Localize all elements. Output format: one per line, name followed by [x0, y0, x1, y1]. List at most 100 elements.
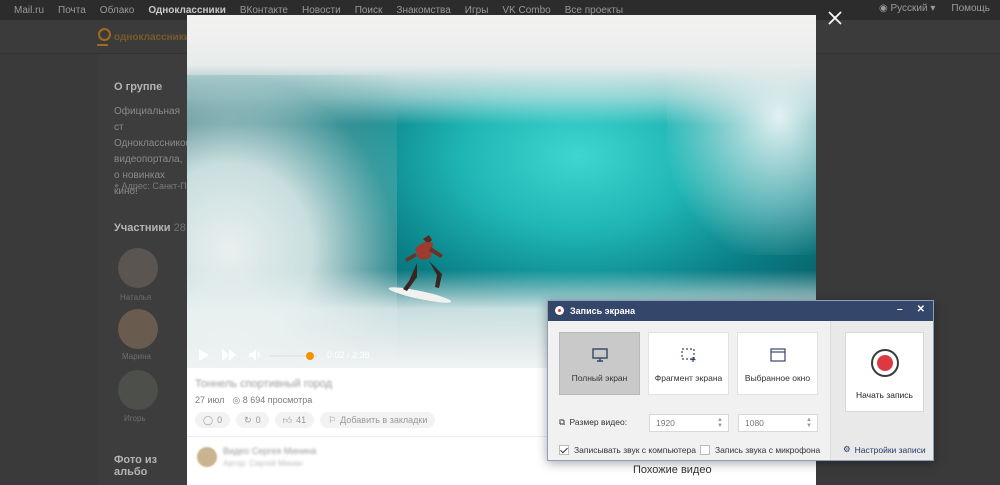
bookmark-icon: ⚐	[328, 414, 337, 425]
globe-icon: ◉	[878, 3, 891, 14]
shares-count: 0	[255, 415, 261, 425]
surfer-figure	[388, 235, 452, 303]
portal-link-all-projects[interactable]: Все проекты	[565, 5, 623, 16]
fast-forward-icon[interactable]	[221, 348, 237, 362]
portal-link-ok[interactable]: Одноклассники	[148, 5, 226, 16]
width-input[interactable]: 1920 ▲ ▼	[649, 414, 729, 432]
language-label: Русский	[890, 3, 928, 14]
like-icon: 👍︎	[282, 414, 293, 425]
mode-window-button[interactable]: Выбранное окно	[737, 332, 818, 395]
video-title: Тоннель спортивный город	[195, 378, 333, 390]
volume-icon[interactable]	[248, 348, 262, 362]
author-name[interactable]: Видео Сергея Минина	[223, 446, 316, 456]
video-size-label: Размер видео:	[569, 417, 628, 427]
start-recording-label: Начать запись	[856, 390, 913, 400]
mic-audio-checkbox[interactable]	[700, 445, 710, 455]
video-views-text: 8 694 просмотра	[242, 395, 313, 405]
system-audio-label: Записывать звук с компьютера	[574, 445, 696, 455]
height-value: 1080	[745, 418, 764, 428]
member-avatar[interactable]	[118, 309, 158, 349]
author-sub: Автор: Сергей Минин	[223, 459, 303, 468]
location-pin-icon: ⌖	[114, 181, 122, 191]
likes-count: 41	[296, 415, 307, 425]
video-views: ◎ 8 694 просмотра	[232, 395, 312, 406]
width-value: 1920	[656, 418, 675, 428]
video-size-row: ⧉ Размер видео:	[559, 417, 627, 428]
group-left-column: О группе Официальная ст Одноклассников в…	[98, 54, 191, 485]
portal-topbar-right: ◉ Русский ▾ Помощь	[879, 3, 990, 14]
member-name: Марина	[122, 352, 151, 361]
recording-settings-label: Настройки записи	[854, 444, 926, 455]
like-button[interactable]: 👍︎ 41	[274, 412, 315, 428]
mode-label: Выбранное окно	[744, 373, 811, 383]
bookmark-button[interactable]: ⚐ Добавить в закладки	[320, 412, 436, 428]
monitor-icon	[592, 348, 608, 362]
start-recording-button[interactable]: Начать запись	[845, 332, 924, 412]
play-icon[interactable]	[198, 348, 210, 362]
comment-icon: ◯	[203, 414, 214, 425]
mode-label: Фрагмент экрана	[654, 373, 723, 383]
video-time: 0:02 / 2:38	[327, 350, 370, 360]
members-count: 28	[173, 222, 186, 234]
portal-link-games[interactable]: Игры	[465, 5, 489, 16]
group-address-text: Адрес: Санкт-П	[121, 181, 187, 191]
minimize-icon[interactable]: –	[897, 304, 907, 318]
mode-label: Полный экран	[571, 373, 628, 383]
help-link[interactable]: Помощь	[951, 3, 990, 14]
members-title-text: Участники	[114, 222, 171, 234]
ok-logo-icon	[96, 28, 111, 46]
close-icon[interactable]: ✕	[917, 304, 925, 315]
recorder-title: Запись экрана	[570, 306, 636, 316]
recorder-right-panel: Начать запись ⚙ Настройки записи	[830, 321, 933, 460]
video-date: 27 июл	[195, 395, 225, 405]
mode-fragment-button[interactable]: Фрагмент экрана	[648, 332, 729, 395]
share-icon: ↻	[244, 414, 252, 425]
spinner-arrows-icon[interactable]: ▲ ▼	[806, 417, 812, 429]
portal-link-cloud[interactable]: Облако	[100, 5, 135, 16]
eye-icon: ◎	[232, 395, 243, 405]
member-avatar[interactable]	[118, 248, 158, 288]
volume-slider-handle[interactable]	[306, 352, 314, 360]
system-audio-checkbox[interactable]	[559, 445, 569, 455]
bookmark-label: Добавить в закладки	[340, 415, 428, 425]
fragment-select-icon	[681, 348, 696, 362]
video-actions: ◯ 0 ↻ 0 👍︎ 41 ⚐ Добавить в закладки	[195, 412, 436, 428]
portal-link-mailru[interactable]: Mail.ru	[14, 5, 44, 16]
about-title: О группе	[114, 81, 163, 93]
comments-count: 0	[217, 415, 223, 425]
app-logo-icon	[555, 306, 564, 315]
portal-link-mail[interactable]: Почта	[58, 5, 86, 16]
members-title[interactable]: Участники 28	[114, 222, 186, 234]
spinner-arrows-icon[interactable]: ▲ ▼	[717, 417, 723, 429]
portal-link-search[interactable]: Поиск	[355, 5, 383, 16]
recording-settings-link[interactable]: ⚙ Настройки записи	[843, 444, 926, 455]
member-name: Игорь	[124, 414, 146, 423]
similar-videos-title: Похожие видео	[633, 464, 712, 476]
portal-link-vkcombo[interactable]: VK Combo	[502, 5, 550, 16]
comments-button[interactable]: ◯ 0	[195, 412, 231, 428]
share-button[interactable]: ↻ 0	[236, 412, 269, 428]
copy-size-icon: ⧉	[559, 417, 568, 427]
ok-logo[interactable]: одноклассники	[96, 28, 190, 46]
language-selector[interactable]: ◉ Русский ▾	[879, 3, 935, 14]
avatar[interactable]	[197, 447, 217, 467]
portal-link-news[interactable]: Новости	[302, 5, 341, 16]
window-icon	[770, 348, 786, 362]
mode-fullscreen-button[interactable]: Полный экран	[559, 332, 640, 395]
portal-link-dating[interactable]: Знакомства	[396, 5, 450, 16]
group-address: ⌖ Адрес: Санкт-П	[114, 181, 187, 192]
recorder-titlebar[interactable]: Запись экрана – ✕	[548, 301, 933, 321]
member-name: Наталья	[120, 293, 152, 302]
record-dot	[877, 355, 893, 371]
portal-links: Mail.ru Почта Облако Одноклассники ВКонт…	[0, 5, 623, 16]
photos-title[interactable]: Фото из альбо	[114, 454, 190, 478]
portal-link-vk[interactable]: ВКонтакте	[240, 5, 288, 16]
video-meta: 27 июл ◎ 8 694 просмотра	[195, 395, 312, 406]
chevron-down-icon: ▾	[927, 3, 936, 14]
member-avatar[interactable]	[118, 370, 158, 410]
screen-recorder-window: Запись экрана – ✕ Полный экран Фрагмент …	[547, 300, 934, 461]
close-icon[interactable]	[827, 10, 843, 26]
mic-audio-label: Запись звука с микрофона	[715, 445, 821, 455]
ok-logo-text: одноклассники	[114, 31, 190, 43]
height-input[interactable]: 1080 ▲ ▼	[738, 414, 818, 432]
